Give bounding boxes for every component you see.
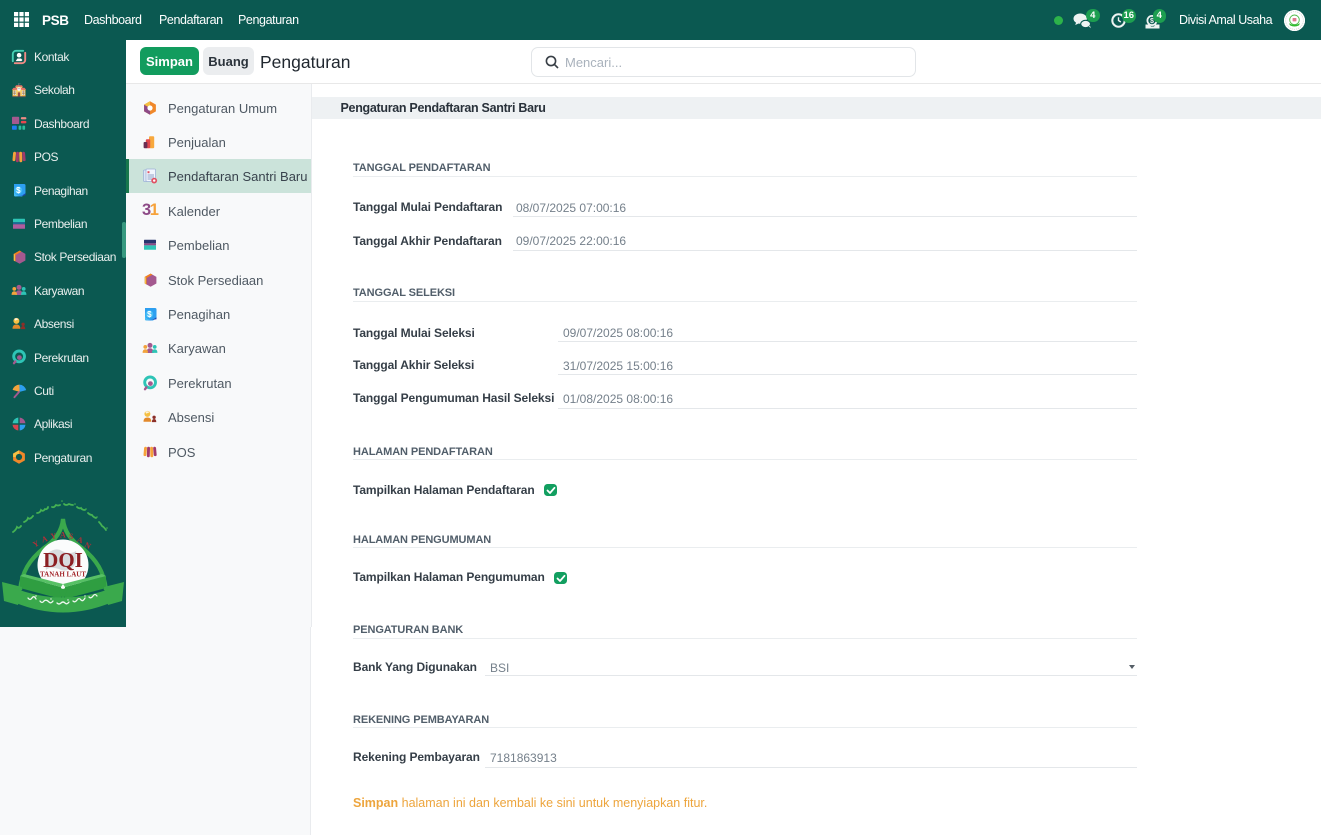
svg-text:$: $ — [147, 310, 152, 319]
svg-text:Y: Y — [31, 539, 40, 550]
svg-text:$: $ — [16, 186, 21, 195]
svg-text:Y: Y — [50, 531, 57, 541]
svg-text:A: A — [40, 534, 48, 544]
svg-text:TANAH LAUT: TANAH LAUT — [40, 571, 86, 579]
svg-text:A: A — [60, 531, 66, 540]
svg-text:A: A — [76, 535, 84, 545]
svg-text:DQI: DQI — [43, 548, 83, 572]
